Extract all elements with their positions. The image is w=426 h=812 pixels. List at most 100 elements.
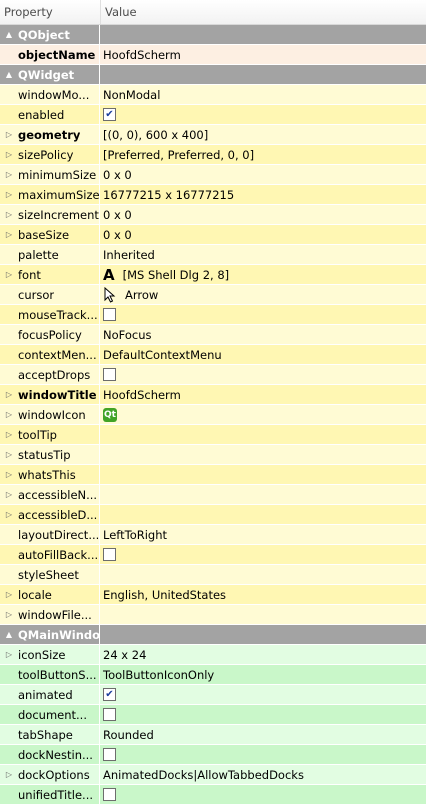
prop-value[interactable] <box>100 425 426 444</box>
accept-drops-checkbox[interactable] <box>103 368 116 381</box>
row-tabShape[interactable]: tabShape Rounded <box>0 725 426 745</box>
expand-arrow-icon[interactable]: ▷ <box>0 490 18 499</box>
row-font[interactable]: ▷ font A [MS Shell Dlg 2, 8] <box>0 265 426 285</box>
row-focusPolicy[interactable]: focusPolicy NoFocus <box>0 325 426 345</box>
row-animated[interactable]: animated ✔ <box>0 685 426 705</box>
row-windowFilePath[interactable]: ▷ windowFile... <box>0 605 426 625</box>
row-whatsThis[interactable]: ▷ whatsThis <box>0 465 426 485</box>
collapse-arrow-icon[interactable]: ▲ <box>0 630 18 639</box>
prop-value[interactable]: HoofdScherm <box>100 45 426 64</box>
expand-arrow-icon[interactable]: ▷ <box>0 410 18 419</box>
prop-value[interactable] <box>100 565 426 584</box>
row-autoFillBackground[interactable]: autoFillBack... <box>0 545 426 565</box>
row-dockNesting[interactable]: dockNestin... <box>0 745 426 765</box>
unified-title-checkbox[interactable] <box>103 788 116 801</box>
prop-value[interactable] <box>100 505 426 524</box>
row-objectName[interactable]: objectName HoofdScherm <box>0 45 426 65</box>
row-baseSize[interactable]: ▷ baseSize 0 x 0 <box>0 225 426 245</box>
expand-arrow-icon[interactable]: ▷ <box>0 450 18 459</box>
prop-value[interactable] <box>100 605 426 624</box>
expand-arrow-icon[interactable]: ▷ <box>0 610 18 619</box>
group-qwidget[interactable]: ▲ QWidget <box>0 65 426 85</box>
row-windowIcon[interactable]: ▷ windowIcon Qt <box>0 405 426 425</box>
prop-value[interactable]: 0 x 0 <box>100 225 426 244</box>
prop-name: enabled <box>18 107 65 122</box>
expand-arrow-icon[interactable]: ▷ <box>0 510 18 519</box>
prop-value[interactable]: [(0, 0), 600 x 400] <box>100 125 426 144</box>
prop-value[interactable]: ToolButtonIconOnly <box>100 665 426 684</box>
row-enabled[interactable]: enabled ✔ <box>0 105 426 125</box>
row-styleSheet[interactable]: styleSheet <box>0 565 426 585</box>
row-geometry[interactable]: ▷ geometry [(0, 0), 600 x 400] <box>0 125 426 145</box>
row-statusTip[interactable]: ▷ statusTip <box>0 445 426 465</box>
expand-arrow-icon[interactable]: ▷ <box>0 150 18 159</box>
group-qmainwindow[interactable]: ▲QMainWindow <box>0 625 426 645</box>
row-maximumSize[interactable]: ▷ maximumSize 16777215 x 16777215 <box>0 185 426 205</box>
prop-value[interactable]: [MS Shell Dlg 2, 8] <box>123 268 230 282</box>
mouse-tracking-checkbox[interactable] <box>103 308 116 321</box>
prop-value[interactable]: Rounded <box>100 725 426 744</box>
row-dockOptions[interactable]: ▷ dockOptions AnimatedDocks|AllowTabbedDo… <box>0 765 426 785</box>
collapse-arrow-icon[interactable]: ▲ <box>0 30 18 39</box>
auto-fill-background-checkbox[interactable] <box>103 548 116 561</box>
row-unifiedTitle[interactable]: unifiedTitle... <box>0 785 426 805</box>
row-accessibleDescription[interactable]: ▷ accessibleD... <box>0 505 426 525</box>
prop-value[interactable]: HoofdScherm <box>100 385 426 404</box>
expand-arrow-icon[interactable]: ▷ <box>0 270 18 279</box>
prop-value[interactable]: NonModal <box>100 85 426 104</box>
prop-value[interactable]: LeftToRight <box>100 525 426 544</box>
prop-value[interactable]: 0 x 0 <box>100 205 426 224</box>
row-locale[interactable]: ▷ locale English, UnitedStates <box>0 585 426 605</box>
expand-arrow-icon[interactable]: ▷ <box>0 130 18 139</box>
expand-arrow-icon[interactable]: ▷ <box>0 390 18 399</box>
prop-value[interactable]: Inherited <box>100 245 426 264</box>
row-minimumSize[interactable]: ▷ minimumSize 0 x 0 <box>0 165 426 185</box>
prop-value[interactable]: 16777215 x 16777215 <box>100 185 426 204</box>
expand-arrow-icon[interactable]: ▷ <box>0 590 18 599</box>
prop-value[interactable]: NoFocus <box>100 325 426 344</box>
row-layoutDirection[interactable]: layoutDirect... LeftToRight <box>0 525 426 545</box>
row-palette[interactable]: palette Inherited <box>0 245 426 265</box>
prop-value[interactable]: [Preferred, Preferred, 0, 0] <box>100 145 426 164</box>
prop-value[interactable]: AnimatedDocks|AllowTabbedDocks <box>100 765 426 784</box>
prop-value[interactable] <box>100 465 426 484</box>
row-iconSize[interactable]: ▷ iconSize 24 x 24 <box>0 645 426 665</box>
row-documentMode[interactable]: document... <box>0 705 426 725</box>
row-mouseTracking[interactable]: mouseTrack... <box>0 305 426 325</box>
row-contextMenuPolicy[interactable]: contextMen... DefaultContextMenu <box>0 345 426 365</box>
dock-nesting-checkbox[interactable] <box>103 748 116 761</box>
prop-name: windowMo... <box>18 87 90 102</box>
prop-value[interactable]: DefaultContextMenu <box>100 345 426 364</box>
expand-arrow-icon[interactable]: ▷ <box>0 470 18 479</box>
property-column-header[interactable]: Property <box>0 0 101 24</box>
expand-arrow-icon[interactable]: ▷ <box>0 170 18 179</box>
value-column-header[interactable]: Value <box>101 0 137 24</box>
prop-value[interactable]: 24 x 24 <box>100 645 426 664</box>
row-windowTitle[interactable]: ▷ windowTitle HoofdScherm <box>0 385 426 405</box>
animated-checkbox[interactable]: ✔ <box>103 688 116 701</box>
group-qobject[interactable]: ▲ QObject <box>0 25 426 45</box>
row-acceptDrops[interactable]: acceptDrops <box>0 365 426 385</box>
expand-arrow-icon[interactable]: ▷ <box>0 770 18 779</box>
row-windowModality[interactable]: windowMo... NonModal <box>0 85 426 105</box>
expand-arrow-icon[interactable]: ▷ <box>0 210 18 219</box>
expand-arrow-icon[interactable]: ▷ <box>0 230 18 239</box>
document-mode-checkbox[interactable] <box>103 708 116 721</box>
row-sizeIncrement[interactable]: ▷ sizeIncrement 0 x 0 <box>0 205 426 225</box>
qt-icon[interactable]: Qt <box>103 407 117 422</box>
row-cursor[interactable]: cursor Arrow <box>0 285 426 305</box>
expand-arrow-icon[interactable]: ▷ <box>0 190 18 199</box>
prop-value[interactable]: Arrow <box>125 288 158 302</box>
prop-value[interactable] <box>100 485 426 504</box>
expand-arrow-icon[interactable]: ▷ <box>0 430 18 439</box>
prop-value[interactable] <box>100 445 426 464</box>
enabled-checkbox[interactable]: ✔ <box>103 108 116 121</box>
row-toolButtonStyle[interactable]: toolButtonS... ToolButtonIconOnly <box>0 665 426 685</box>
row-toolTip[interactable]: ▷ toolTip <box>0 425 426 445</box>
prop-value[interactable]: 0 x 0 <box>100 165 426 184</box>
row-accessibleName[interactable]: ▷ accessibleN... <box>0 485 426 505</box>
expand-arrow-icon[interactable]: ▷ <box>0 650 18 659</box>
prop-value[interactable]: English, UnitedStates <box>100 585 426 604</box>
collapse-arrow-icon[interactable]: ▲ <box>0 70 18 79</box>
row-sizePolicy[interactable]: ▷ sizePolicy [Preferred, Preferred, 0, 0] <box>0 145 426 165</box>
